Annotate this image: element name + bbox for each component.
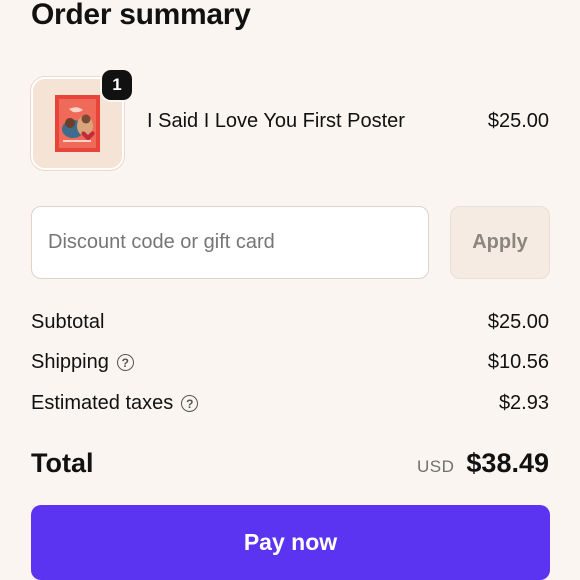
subtotal-label: Subtotal	[31, 311, 105, 333]
shipping-help-icon[interactable]: ?	[116, 354, 134, 371]
taxes-value: $2.93	[498, 392, 549, 414]
currency-code: USD	[417, 457, 455, 476]
quantity-badge: 1	[102, 70, 132, 100]
subtotal-row: Subtotal $25.00	[31, 311, 549, 334]
taxes-row: Estimated taxes ? $2.93	[31, 392, 549, 415]
shipping-label: Shipping	[31, 351, 109, 373]
total-row: Total USD $38.49	[31, 448, 549, 479]
total-label: Total	[31, 448, 94, 478]
shipping-value: $10.56	[487, 351, 549, 373]
product-price: $25.00	[487, 110, 549, 132]
apply-button[interactable]: Apply	[450, 206, 550, 279]
product-name: I Said I Love You First Poster	[147, 110, 405, 132]
taxes-label: Estimated taxes	[31, 392, 174, 414]
subtotal-value: $25.00	[487, 311, 549, 333]
pay-now-button[interactable]: Pay now	[31, 505, 550, 580]
taxes-help-icon[interactable]: ?	[181, 395, 199, 412]
discount-code-input[interactable]	[31, 206, 429, 279]
page-title: Order summary	[31, 0, 251, 31]
total-value: $38.49	[466, 448, 549, 478]
shipping-row: Shipping ? $10.56	[31, 351, 549, 374]
